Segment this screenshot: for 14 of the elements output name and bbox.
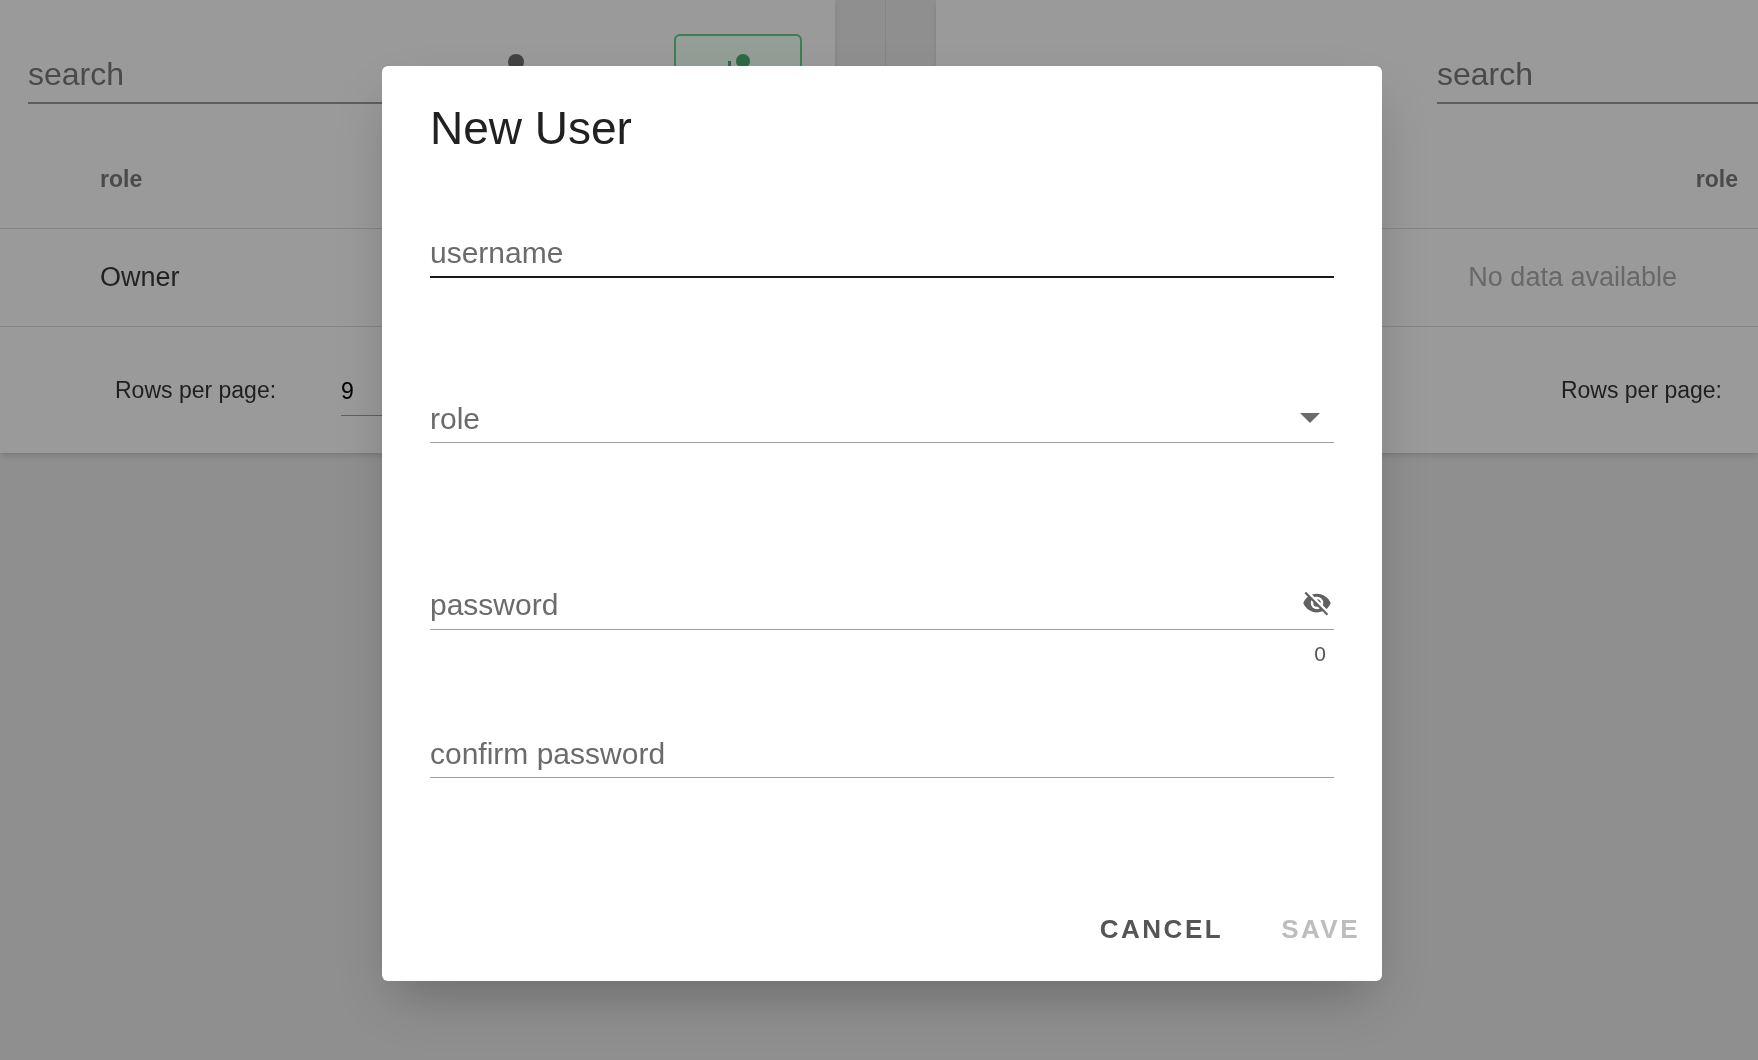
column-header: role (1695, 164, 1738, 194)
rows-per-page-label: Rows per page: (115, 375, 277, 405)
table-cell-text: Owner (100, 261, 180, 295)
search-field[interactable]: search (1437, 46, 1758, 104)
password-field[interactable]: password (430, 581, 1334, 630)
column-header: role (100, 164, 143, 194)
rows-per-page-label: Rows per page: (1560, 375, 1722, 405)
text-field[interactable]: confirm password (430, 730, 1334, 778)
cancel-button[interactable]: CANCEL (1085, 900, 1238, 959)
role-select[interactable]: role (430, 394, 1334, 443)
dropdown-caret-icon (1300, 413, 1320, 423)
dialog-title: New User (430, 101, 633, 156)
character-counter: 0 (1314, 640, 1326, 667)
text-field[interactable]: username (430, 229, 1334, 278)
